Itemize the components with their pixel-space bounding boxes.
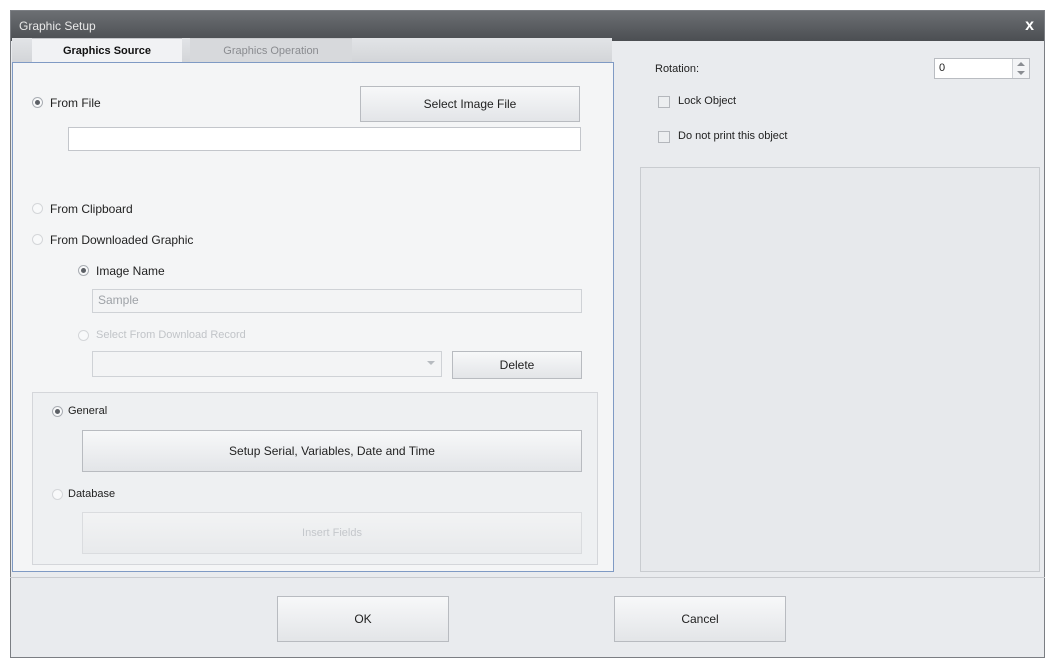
file-path-input[interactable] [68, 127, 581, 151]
do-not-print-label: Do not print this object [678, 130, 788, 142]
image-name-radio[interactable] [78, 265, 89, 276]
chevron-down-icon[interactable] [427, 361, 435, 365]
from-file-label: From File [50, 96, 101, 110]
delete-button[interactable]: Delete [452, 351, 582, 379]
select-image-file-button[interactable]: Select Image File [360, 86, 580, 122]
image-name-input[interactable]: Sample [92, 289, 582, 313]
cancel-button[interactable]: Cancel [614, 596, 786, 642]
download-record-combo[interactable] [92, 351, 442, 377]
spinner-arrows[interactable] [1012, 59, 1029, 78]
select-download-record-label: Select From Download Record [96, 329, 246, 341]
tab-graphics-source[interactable]: Graphics Source [32, 38, 182, 62]
footer-divider [10, 577, 1045, 578]
rotation-value: 0 [939, 62, 946, 74]
image-preview-area [640, 167, 1040, 572]
from-downloaded-graphic-label: From Downloaded Graphic [50, 233, 194, 247]
spin-down-icon[interactable] [1017, 71, 1025, 75]
close-icon[interactable]: x [1025, 17, 1034, 35]
ok-button[interactable]: OK [277, 596, 449, 642]
tab-graphics-operation[interactable]: Graphics Operation [190, 38, 352, 62]
rotation-spinner[interactable]: 0 [934, 58, 1030, 79]
spin-up-icon[interactable] [1017, 62, 1025, 66]
lock-object-label: Lock Object [678, 95, 737, 107]
lock-object-checkbox[interactable] [658, 96, 670, 108]
select-download-record-radio[interactable] [78, 330, 89, 341]
database-label: Database [68, 488, 116, 500]
from-clipboard-label: From Clipboard [50, 202, 133, 216]
dialog-title: Graphic Setup [19, 19, 96, 33]
general-radio[interactable] [52, 406, 63, 417]
image-name-label: Image Name [96, 264, 165, 278]
setup-serial-button[interactable]: Setup Serial, Variables, Date and Time [82, 430, 582, 472]
database-radio[interactable] [52, 489, 63, 500]
title-bar[interactable]: Graphic Setup x [11, 11, 1044, 41]
from-downloaded-graphic-radio[interactable] [32, 234, 43, 245]
general-label: General [68, 405, 108, 417]
rotation-label: Rotation: [655, 63, 700, 75]
insert-fields-button[interactable]: Insert Fields [82, 512, 582, 554]
from-clipboard-radio[interactable] [32, 203, 43, 214]
do-not-print-checkbox[interactable] [658, 131, 670, 143]
from-file-radio[interactable] [32, 97, 43, 108]
